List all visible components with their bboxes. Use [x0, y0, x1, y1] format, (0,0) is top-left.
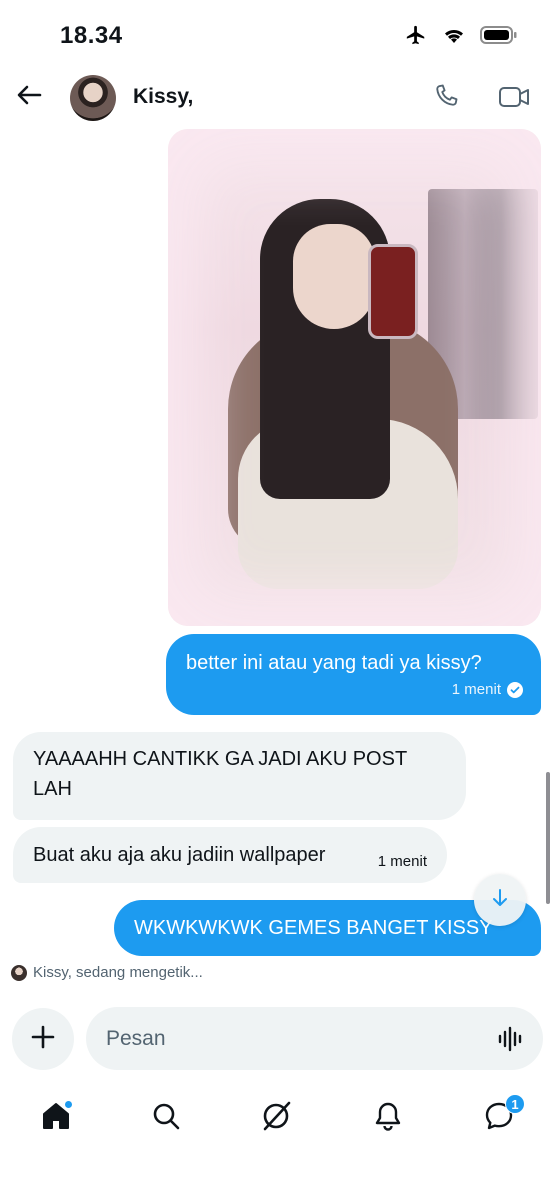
video-camera-icon[interactable] [498, 84, 530, 115]
message-text: Buat aku aja aku jadiin wallpaper [33, 844, 326, 866]
message-text: WKWKWKWK GEMES BANGET KISSY [134, 917, 493, 939]
nav-grok[interactable] [257, 1098, 297, 1138]
status-time: 18.34 [60, 22, 123, 49]
nav-home[interactable] [36, 1098, 76, 1138]
voice-wave-icon[interactable] [497, 1025, 525, 1058]
search-icon [150, 1100, 182, 1137]
scrollbar[interactable] [546, 772, 550, 904]
contact-avatar[interactable] [70, 75, 116, 121]
arrow-left-icon [16, 84, 42, 111]
chat-header: Kissy, [0, 70, 554, 126]
typing-text: Kissy, sedang mengetik... [33, 964, 203, 981]
status-icons [404, 24, 518, 51]
check-circle-icon [507, 682, 523, 698]
contact-name[interactable]: Kissy, [133, 85, 193, 109]
message-bubble-sent[interactable]: better ini atau yang tadi ya kissy? 1 me… [166, 634, 541, 715]
back-button[interactable] [14, 82, 44, 112]
image-message[interactable] [168, 129, 541, 626]
nav-search[interactable] [146, 1098, 186, 1138]
message-input-wrapper [86, 1007, 543, 1070]
messages-badge: 1 [505, 1094, 525, 1114]
message-text: better ini atau yang tadi ya kissy? [186, 652, 482, 674]
nav-notifications[interactable] [368, 1098, 408, 1138]
add-attachment-button[interactable] [12, 1008, 74, 1070]
nav-messages[interactable]: 1 [479, 1094, 525, 1138]
message-meta: 1 menit [452, 675, 523, 705]
home-indicator [142, 1178, 412, 1184]
message-bubble-received[interactable]: Buat aku aja aku jadiin wallpaper 1 meni… [13, 827, 447, 883]
arrow-down-icon [491, 888, 509, 913]
wifi-icon [442, 25, 466, 50]
message-text: YAAAAHH CANTIKK GA JADI AKU POST LAH [33, 748, 407, 800]
battery-icon [480, 25, 518, 50]
phone-icon[interactable] [432, 82, 460, 115]
message-time: 1 menit [451, 681, 501, 698]
grok-icon [260, 1099, 294, 1138]
typing-avatar [11, 964, 27, 981]
message-time: 1 menit [377, 853, 427, 870]
scroll-to-bottom-button[interactable] [474, 874, 526, 926]
message-input[interactable] [106, 1007, 476, 1070]
typing-indicator: Kissy, sedang mengetik... [11, 964, 203, 981]
bottom-nav: 1 [0, 1090, 554, 1145]
plus-icon [30, 1024, 56, 1055]
bell-icon [372, 1100, 404, 1137]
message-bubble-received[interactable]: YAAAAHH CANTIKK GA JADI AKU POST LAH [13, 732, 466, 820]
status-bar: 18.34 [0, 0, 554, 70]
image-vignette [168, 129, 541, 626]
home-notification-dot [64, 1100, 73, 1109]
airplane-icon [404, 24, 428, 51]
